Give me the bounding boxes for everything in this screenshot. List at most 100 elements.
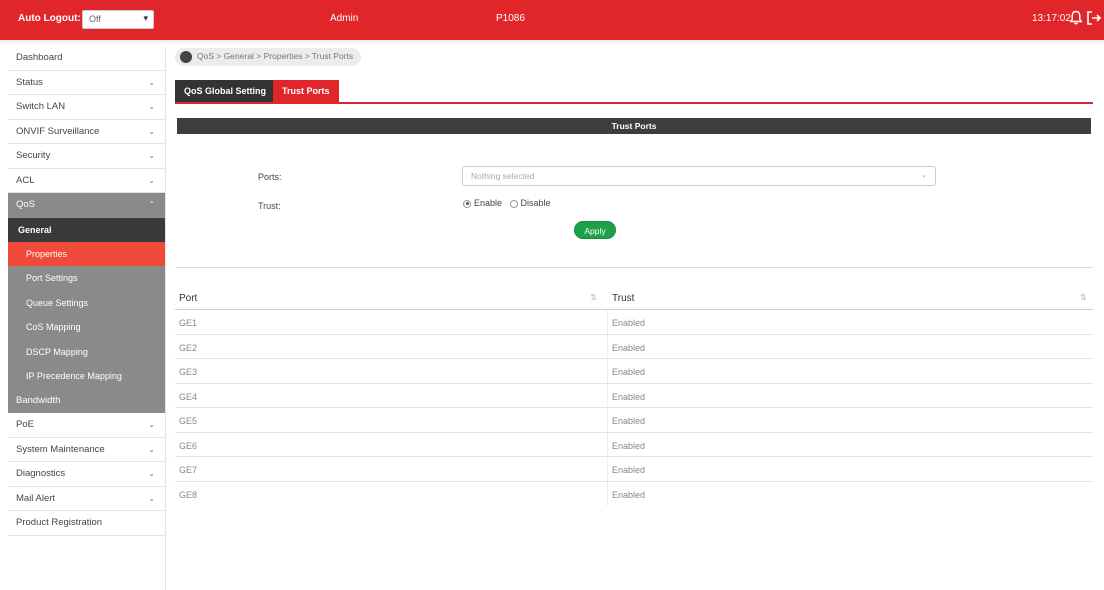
sidebar-item-poe[interactable]: PoE ⌄ <box>8 413 165 438</box>
chevron-down-icon: ⌄ <box>148 77 155 87</box>
sidebar-item-label: Product Registration <box>16 517 103 528</box>
port-cell: GE2 <box>179 342 198 353</box>
sidebar-item-onvif[interactable]: ONVIF Surveillance ⌄ <box>8 120 165 144</box>
trust-ports-table: Port ⇅ Trust ⇅ GE1 Enabled GE2 Enabled GE3… <box>175 284 1093 506</box>
top-bar-shadow <box>0 40 1104 44</box>
port-cell: GE1 <box>179 318 198 328</box>
sidebar-item-label: Diagnostics <box>16 468 66 479</box>
sidebar-item-bandwidth[interactable]: Bandwidth <box>8 388 165 413</box>
sidebar-item-label: Switch LAN <box>16 101 66 112</box>
port-cell: GE3 <box>179 367 198 377</box>
tab-qos-global-setting[interactable]: QoS Global Setting <box>175 80 276 102</box>
main-content: QoS > General > Properties > Trust Ports… <box>175 46 1095 590</box>
disable-radio[interactable] <box>509 199 518 208</box>
table-row: GE5 Enabled <box>175 408 1093 433</box>
trust-cell: Enabled <box>612 416 646 426</box>
sort-icon[interactable]: ⇅ <box>590 293 597 302</box>
table-row: GE6 Enabled <box>175 432 1093 457</box>
sidebar: Dashboard Status ⌄ Switch LAN ⌄ ONVIF Surv… <box>8 46 166 590</box>
sidebar-item-security[interactable]: Security ⌄ <box>8 144 165 169</box>
ports-label: Ports: <box>258 172 282 182</box>
caret-down-icon: ⌄ <box>921 172 927 179</box>
sidebar-subitem-cos-mapping[interactable]: CoS Mapping <box>8 315 165 340</box>
device-model: P1086 <box>496 13 525 24</box>
trust-radio-group: Enable Disable <box>463 198 551 208</box>
table-row: GE8 Enabled <box>175 481 1093 507</box>
chevron-down-icon: ⌄ <box>148 151 155 160</box>
sidebar-subitem-queue-settings[interactable]: Queue Settings <box>8 290 165 315</box>
enable-radio[interactable] <box>463 199 471 208</box>
auto-logout-select[interactable]: Off ▾ <box>82 10 154 29</box>
port-cell: GE5 <box>179 416 198 426</box>
clock: 13:17:02 <box>1032 13 1071 24</box>
sidebar-item-label: ONVIF Surveillance <box>16 125 100 137</box>
sidebar-item-qos[interactable]: QoS ⌃ <box>8 193 165 218</box>
sidebar-subitem-port-settings[interactable]: Port Settings <box>8 266 165 291</box>
column-divider <box>607 432 608 457</box>
column-divider <box>607 457 608 481</box>
port-cell: GE8 <box>179 489 198 500</box>
table-row: GE1 Enabled <box>175 310 1093 335</box>
sidebar-item-label: System Maintenance <box>16 443 105 455</box>
home-icon[interactable] <box>180 51 192 63</box>
enable-label: Enable <box>474 198 503 208</box>
disable-label: Disable <box>520 198 551 208</box>
sidebar-subitem-properties[interactable]: Properties <box>8 241 165 266</box>
bell-icon[interactable] <box>1069 10 1083 26</box>
ports-select[interactable]: Nothing selected ⌄ <box>462 166 936 186</box>
auto-logout-value: Off <box>89 14 101 24</box>
trust-cell: Enabled <box>612 342 646 353</box>
sidebar-subitem-ip-precedence-mapping[interactable]: IP Precedence Mapping <box>8 364 165 389</box>
apply-button[interactable]: Apply <box>574 221 616 239</box>
sort-icon[interactable]: ⇅ <box>1080 293 1087 302</box>
ports-placeholder: Nothing selected <box>471 171 535 181</box>
chevron-down-icon: ⌄ <box>148 420 155 429</box>
table-row: GE2 Enabled <box>175 334 1093 359</box>
sidebar-subitem-dscp-mapping[interactable]: DSCP Mapping <box>8 339 165 364</box>
sidebar-item-product-registration[interactable]: Product Registration <box>8 511 165 536</box>
sidebar-item-label: PoE <box>16 419 34 430</box>
sidebar-item-system-maintenance[interactable]: System Maintenance ⌄ <box>8 438 165 462</box>
sidebar-item-label: Status <box>16 76 43 88</box>
column-header-trust[interactable]: Trust <box>612 293 634 304</box>
chevron-up-icon: ⌃ <box>148 200 155 209</box>
column-divider <box>607 310 608 334</box>
sidebar-subheader-general[interactable]: General <box>8 217 165 242</box>
column-divider <box>607 408 608 432</box>
column-header-port[interactable]: Port <box>179 293 197 304</box>
column-divider <box>607 334 608 359</box>
table-row: GE4 Enabled <box>175 383 1093 408</box>
sidebar-item-label: Dashboard <box>16 52 63 63</box>
sidebar-item-diagnostics[interactable]: Diagnostics ⌄ <box>8 462 165 487</box>
sidebar-item-switch-lan[interactable]: Switch LAN ⌄ <box>8 95 165 120</box>
breadcrumb: QoS > General > Properties > Trust Ports <box>175 48 362 66</box>
sidebar-item-acl[interactable]: ACL ⌄ <box>8 169 165 193</box>
port-cell: GE7 <box>179 465 198 475</box>
table-row: GE3 Enabled <box>175 359 1093 384</box>
sidebar-item-label: Bandwidth <box>16 394 61 406</box>
auto-logout-label: Auto Logout: <box>18 13 81 24</box>
chevron-down-icon: ⌄ <box>148 126 155 136</box>
chevron-down-icon: ⌄ <box>148 469 155 478</box>
chevron-down-icon: ⌄ <box>148 102 155 111</box>
sidebar-item-dashboard[interactable]: Dashboard <box>8 46 165 71</box>
sidebar-item-mail-alert[interactable]: Mail Alert ⌄ <box>8 487 165 511</box>
sidebar-item-status[interactable]: Status ⌄ <box>8 71 165 95</box>
trust-cell: Enabled <box>612 440 646 451</box>
column-divider <box>607 359 608 383</box>
tab-trust-ports[interactable]: Trust Ports <box>273 80 339 102</box>
column-divider <box>607 481 608 506</box>
section-title: Trust Ports <box>177 118 1091 134</box>
breadcrumb-text: QoS > General > Properties > Trust Ports <box>197 51 354 61</box>
trust-cell: Enabled <box>612 391 646 402</box>
tab-bar: QoS Global Setting Trust Ports <box>175 80 1093 104</box>
chevron-down-icon: ⌄ <box>148 444 155 454</box>
trust-cell: Enabled <box>612 465 646 475</box>
sidebar-item-label: ACL <box>16 174 35 186</box>
caret-down-icon: ▾ <box>143 13 148 23</box>
chevron-down-icon: ⌄ <box>148 493 155 503</box>
sidebar-item-label: QoS <box>16 199 36 210</box>
divider <box>175 267 1093 268</box>
logout-icon[interactable] <box>1086 10 1102 26</box>
trust-cell: Enabled <box>612 367 646 377</box>
